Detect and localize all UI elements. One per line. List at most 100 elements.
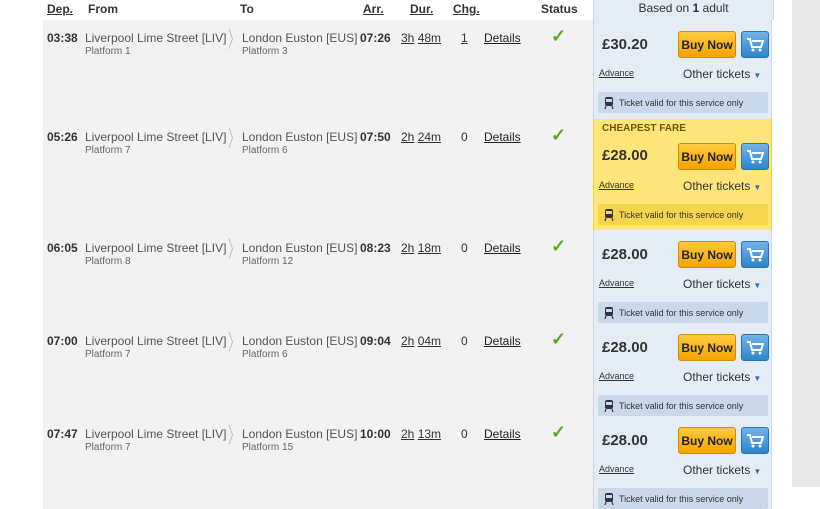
train-icon — [604, 208, 614, 221]
cart-icon — [747, 150, 764, 164]
arrival-time: 08:23 — [360, 241, 391, 255]
other-tickets-label: Other tickets — [683, 277, 751, 291]
destination-station: London Euston [EUS] Platform 15 — [242, 427, 357, 453]
fare-type-advance[interactable]: Advance — [599, 464, 634, 474]
duration: 2h 24m — [401, 130, 441, 144]
header-dur[interactable]: Dur. — [410, 2, 433, 16]
details-link[interactable]: Details — [484, 427, 521, 441]
add-to-basket-button[interactable] — [741, 143, 769, 170]
fare-type-advance[interactable]: Advance — [599, 180, 634, 190]
fare-type-advance[interactable]: Advance — [599, 278, 634, 288]
header-chg[interactable]: Chg. — [453, 2, 480, 16]
header-dep[interactable]: Dep. — [47, 2, 73, 16]
changes-link[interactable]: 1 — [461, 31, 468, 45]
check-icon: ✓ — [551, 422, 567, 442]
duration-hours: 2h — [401, 241, 415, 255]
add-to-basket-button[interactable] — [741, 31, 769, 58]
fare-panel-cheapest: CHEAPEST FARE £28.00 Buy Now Advance Oth… — [593, 119, 772, 230]
duration-hours: 2h — [401, 334, 415, 348]
duration-minutes: 13m — [417, 427, 442, 441]
header-from: From — [88, 2, 118, 16]
duration-hours: 2h — [401, 130, 415, 144]
add-to-basket-button[interactable] — [741, 241, 769, 268]
other-tickets-label: Other tickets — [683, 179, 751, 193]
journey-rows: 03:38 Liverpool Lime Street [LIV] Platfo… — [43, 20, 772, 509]
details-link[interactable]: Details — [484, 130, 521, 144]
fare-panel: £28.00 Buy Now Advance Other tickets ▼ Ti… — [593, 416, 772, 509]
chevron-right-icon: 〉 — [227, 126, 241, 151]
duration-hours: 3h — [401, 31, 415, 45]
ticket-valid-note: Ticket valid for this service only — [598, 395, 768, 416]
destination-station: London Euston [EUS] Platform 12 — [242, 241, 357, 267]
other-tickets-dropdown[interactable]: Other tickets ▼ — [683, 179, 761, 193]
journey-row: 06:05 Liverpool Lime Street [LIV] Platfo… — [43, 230, 772, 323]
details-link[interactable]: Details — [484, 241, 521, 255]
departure-time: 03:38 — [47, 31, 78, 45]
buy-now-button[interactable]: Buy Now — [678, 31, 736, 58]
chevron-down-icon: ▼ — [753, 71, 762, 80]
journey-row: 05:26 Liverpool Lime Street [LIV] Platfo… — [43, 119, 772, 230]
origin-platform: Platform 7 — [85, 349, 131, 360]
destination-name: London Euston [EUS] — [242, 31, 358, 45]
origin-station: Liverpool Lime Street [LIV] Platform 7 — [85, 130, 226, 156]
origin-platform: Platform 7 — [85, 145, 131, 156]
origin-platform: Platform 1 — [85, 46, 131, 57]
check-icon: ✓ — [551, 26, 567, 46]
destination-platform: Platform 6 — [242, 349, 288, 360]
table-header: Dep. From To Arr. Dur. Chg. Status Based… — [43, 0, 774, 20]
add-to-basket-button[interactable] — [741, 427, 769, 454]
destination-platform: Platform 3 — [242, 46, 288, 57]
destination-name: London Euston [EUS] — [242, 334, 358, 348]
duration: 3h 48m — [401, 31, 441, 45]
destination-platform: Platform 12 — [242, 256, 294, 267]
buy-now-button[interactable]: Buy Now — [678, 334, 736, 361]
chevron-right-icon: 〉 — [227, 423, 241, 448]
origin-station: Liverpool Lime Street [LIV] Platform 1 — [85, 31, 226, 57]
add-to-basket-button[interactable] — [741, 334, 769, 361]
arrival-time: 07:26 — [360, 31, 391, 45]
train-icon — [604, 96, 614, 109]
chevron-down-icon: ▼ — [753, 183, 762, 192]
check-icon: ✓ — [551, 125, 567, 145]
origin-platform: Platform 7 — [85, 442, 131, 453]
check-icon: ✓ — [551, 329, 567, 349]
fare-panel: £30.20 Buy Now Advance Other tickets ▼ Ti… — [593, 20, 772, 119]
duration-minutes: 24m — [417, 130, 442, 144]
fare-price: £30.20 — [602, 36, 648, 53]
journey-row: 07:47 Liverpool Lime Street [LIV] Platfo… — [43, 416, 772, 509]
buy-now-button[interactable]: Buy Now — [678, 427, 736, 454]
other-tickets-dropdown[interactable]: Other tickets ▼ — [683, 370, 761, 384]
origin-station: Liverpool Lime Street [LIV] Platform 7 — [85, 334, 226, 360]
other-tickets-dropdown[interactable]: Other tickets ▼ — [683, 463, 761, 477]
details-link[interactable]: Details — [484, 334, 521, 348]
buy-now-button[interactable]: Buy Now — [678, 143, 736, 170]
other-tickets-dropdown[interactable]: Other tickets ▼ — [683, 67, 761, 81]
ticket-valid-text: Ticket valid for this service only — [619, 307, 744, 318]
fare-price: £28.00 — [602, 432, 648, 449]
cheapest-fare-label: CHEAPEST FARE — [602, 123, 686, 134]
departure-time: 06:05 — [47, 241, 78, 255]
fare-panel: £28.00 Buy Now Advance Other tickets ▼ Ti… — [593, 230, 772, 323]
ticket-valid-text: Ticket valid for this service only — [619, 209, 744, 220]
origin-name: Liverpool Lime Street [LIV] — [85, 241, 227, 255]
duration: 2h 04m — [401, 334, 441, 348]
header-arr[interactable]: Arr. — [363, 2, 384, 16]
fare-type-advance[interactable]: Advance — [599, 68, 634, 78]
fare-price: £28.00 — [602, 246, 648, 263]
buy-now-button[interactable]: Buy Now — [678, 241, 736, 268]
origin-station: Liverpool Lime Street [LIV] Platform 7 — [85, 427, 226, 453]
destination-station: London Euston [EUS] Platform 6 — [242, 130, 357, 156]
fare-type-advance[interactable]: Advance — [599, 371, 634, 381]
destination-station: London Euston [EUS] Platform 3 — [242, 31, 357, 57]
ticket-valid-text: Ticket valid for this service only — [619, 400, 744, 411]
changes-count: 0 — [461, 334, 468, 348]
fare-price: £28.00 — [602, 339, 648, 356]
ticket-valid-note: Ticket valid for this service only — [598, 92, 768, 113]
based-prefix: Based on — [638, 1, 693, 15]
duration: 2h 13m — [401, 427, 441, 441]
other-tickets-dropdown[interactable]: Other tickets ▼ — [683, 277, 761, 291]
destination-station: London Euston [EUS] Platform 6 — [242, 334, 357, 360]
header-to: To — [240, 2, 254, 16]
fare-panel: £28.00 Buy Now Advance Other tickets ▼ Ti… — [593, 323, 772, 416]
details-link[interactable]: Details — [484, 31, 521, 45]
